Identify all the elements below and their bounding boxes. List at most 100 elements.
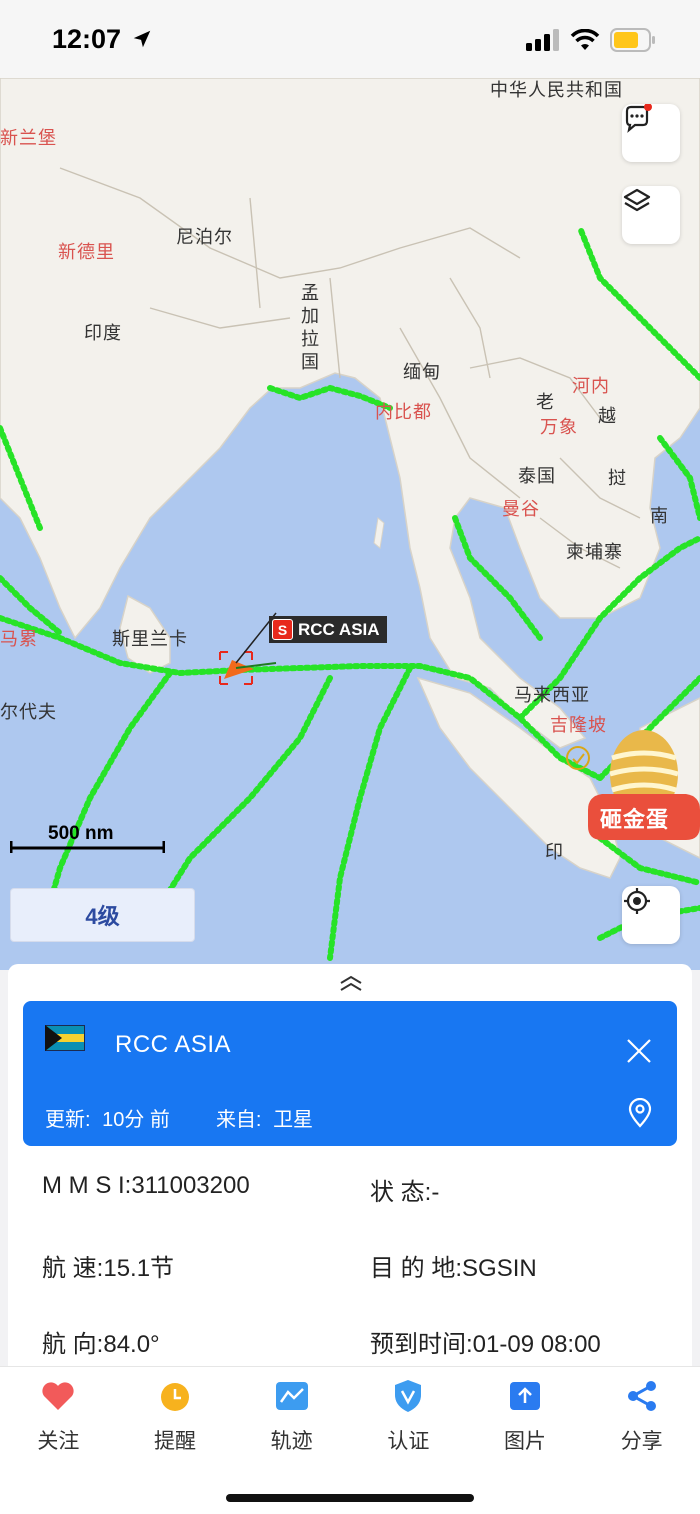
update-value: 10分 前 (102, 1109, 170, 1131)
map-pin-icon (628, 1097, 652, 1128)
map-label-thailand: 泰国 (518, 466, 556, 486)
home-indicator[interactable] (226, 1494, 474, 1502)
tab-verify[interactable]: 认证 (350, 1367, 467, 1458)
map-label-bangladesh: 孟加拉国 (299, 283, 319, 375)
info-label-eta: 预到时间 (370, 1331, 466, 1358)
tab-track[interactable]: 轨迹 (233, 1367, 350, 1458)
shield-icon (389, 1377, 427, 1415)
ship-header-card: RCC ASIA 更新: 10分 前 来自: 卫星 (23, 1001, 677, 1146)
info-label-mmsi: M M S I (42, 1172, 125, 1199)
ship-info-panel: RCC ASIA 更新: 10分 前 来自: 卫星 M M S I:311003… (8, 964, 692, 1374)
home-indicator-area (0, 1458, 700, 1514)
scale-bar: 500 nm (10, 823, 165, 853)
map-label-sri-lanka: 斯里兰卡 (112, 629, 188, 649)
map-label-laos: 老 (536, 392, 555, 412)
egg-promo-label: 砸金蛋 (600, 807, 670, 832)
ship-marker (219, 612, 277, 685)
ship-name-tag[interactable]: S RCC ASIA (269, 616, 387, 643)
close-button[interactable] (626, 1038, 652, 1069)
layers-button[interactable] (622, 186, 680, 244)
map-label-china: 中华人民共和国 (490, 80, 623, 100)
land-mainland-asia (0, 78, 700, 749)
chat-bubble-icon (625, 104, 652, 133)
info-value-eta: 01-09 08:00 (472, 1331, 601, 1358)
clock-text: 12:07 (52, 24, 122, 54)
map-label-cambodia: 柬埔寨 (566, 542, 623, 562)
tab-images[interactable]: 图片 (467, 1367, 584, 1458)
expand-panel-button[interactable] (338, 974, 364, 997)
source-info: 来自: 卫星 (216, 1103, 313, 1132)
ship-tag-name: RCC ASIA (298, 619, 380, 639)
locate-button[interactable] (622, 886, 680, 944)
map-label-new-zealand: 新兰堡 (0, 128, 57, 148)
info-value-course: 84.0° (103, 1331, 160, 1358)
map-label-malaysia: 马来西亚 (514, 685, 590, 705)
close-icon (627, 1039, 651, 1063)
map-label-vietnam-2: 挝 (608, 468, 627, 488)
map-label-vientiane: 万象 (540, 417, 578, 437)
status-bar: 12:07 (0, 0, 700, 78)
tab-reminder-label: 提醒 (154, 1430, 196, 1453)
info-status: 状 态:- (370, 1172, 439, 1207)
map-view[interactable]: 中华人民共和国 新兰堡 尼泊尔 新德里 印度 孟加拉国 缅甸 内比都 河内 老 … (0, 78, 700, 970)
info-label-destination: 目 的 地 (370, 1255, 456, 1282)
map-label-maldives: 尔代夫 (0, 702, 57, 722)
tab-images-label: 图片 (504, 1430, 547, 1453)
status-time: 12:07 (52, 24, 153, 55)
info-label-speed: 航 速 (42, 1255, 97, 1282)
map-label-hanoi: 河内 (572, 376, 610, 396)
update-label: 更新: (45, 1109, 91, 1131)
layers-icon (623, 188, 651, 212)
map-label-india: 印度 (84, 323, 122, 343)
update-info: 更新: 10分 前 (45, 1103, 170, 1132)
map-label-indonesia: 印 (545, 842, 564, 862)
bottom-tab-bar: 关注 提醒 轨迹 认证 图片 分享 (0, 1366, 700, 1458)
info-value-status: - (431, 1179, 440, 1206)
info-label-status: 状 态 (370, 1179, 425, 1206)
ship-meta: 更新: 10分 前 来自: 卫星 (45, 1103, 313, 1132)
share-icon (623, 1377, 661, 1415)
golden-egg-promo[interactable]: 砸金蛋 (588, 718, 700, 850)
map-label-nepal: 尼泊尔 (176, 227, 233, 247)
wifi-icon (570, 29, 600, 50)
map-label-vietnam-1: 越 (598, 406, 617, 426)
info-value-speed: 15.1节 (103, 1255, 175, 1282)
chat-button[interactable] (622, 104, 680, 162)
info-course: 航 向:84.0° (42, 1324, 160, 1359)
tab-share[interactable]: 分享 (583, 1367, 700, 1458)
info-eta: 预到时间:01-09 08:00 (370, 1324, 601, 1359)
satellite-badge-icon: S (272, 619, 293, 640)
status-icons (526, 28, 656, 52)
info-destination: 目 的 地:SGSIN (370, 1248, 537, 1283)
signal-icon (526, 29, 559, 51)
info-value-mmsi: 311003200 (131, 1172, 250, 1199)
info-label-course: 航 向 (42, 1331, 97, 1358)
locate-ship-button[interactable] (627, 1097, 653, 1133)
map-label-naypyidaw: 内比都 (375, 402, 432, 422)
map-label-new-delhi: 新德里 (58, 242, 115, 262)
tab-follow-label: 关注 (37, 1430, 80, 1453)
map-label-maldives-left: 马累 (0, 629, 38, 649)
scale-line-icon (10, 841, 165, 853)
image-upload-icon (506, 1377, 544, 1415)
battery-icon (610, 28, 655, 52)
tab-track-label: 轨迹 (270, 1430, 313, 1453)
source-label: 来自: (215, 1109, 262, 1131)
tab-share-label: 分享 (620, 1430, 663, 1453)
info-speed: 航 速:15.1节 (42, 1248, 174, 1283)
track-icon (273, 1377, 311, 1415)
map-label-south: 南 (650, 506, 669, 526)
map-label-bangkok: 曼谷 (502, 499, 540, 519)
info-value-destination: SGSIN (462, 1255, 537, 1282)
land-andaman-islands (373, 517, 385, 549)
bahamas-flag-icon (45, 1025, 85, 1051)
zoom-level-button[interactable]: 4级 (10, 888, 195, 942)
double-chevron-up-icon (340, 975, 362, 991)
tab-reminder[interactable]: 提醒 (117, 1367, 234, 1458)
alarm-clock-icon (156, 1377, 194, 1415)
crosshair-icon (624, 888, 650, 914)
tab-follow[interactable]: 关注 (0, 1367, 117, 1458)
tab-verify-label: 认证 (387, 1430, 430, 1453)
map-label-myanmar: 缅甸 (403, 362, 441, 382)
location-arrow-icon (133, 30, 150, 48)
